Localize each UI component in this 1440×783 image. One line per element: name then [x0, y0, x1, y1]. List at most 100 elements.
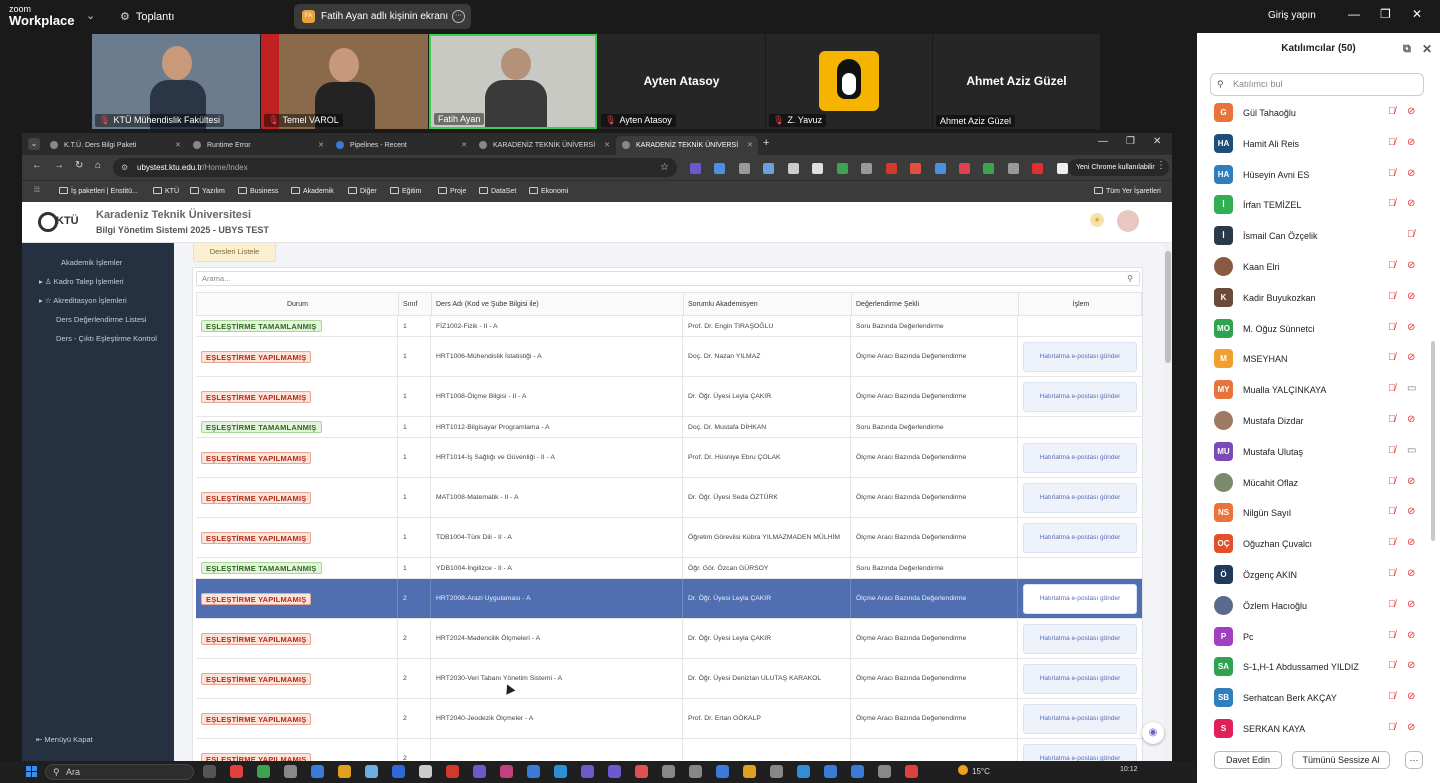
- mic-muted-icon[interactable]: 🎙̸: [1388, 537, 1396, 548]
- minimize-icon[interactable]: —: [1348, 7, 1360, 21]
- mic-muted-icon[interactable]: 🎙̸: [1388, 168, 1396, 179]
- extension-icon[interactable]: [1032, 163, 1044, 174]
- mic-muted-icon[interactable]: 🎙̸: [1388, 568, 1396, 579]
- mic-muted-icon[interactable]: 🎙̸: [1388, 198, 1396, 209]
- participant-item[interactable]: SA S-1,H-1 Abdussamed YILDIZ 🎙̸ ⊘: [1197, 653, 1440, 684]
- table-row[interactable]: EŞLEŞTİRME YAPILMAMIŞ 1 MAT1008-Matematik …: [196, 478, 1142, 518]
- send-reminder-button[interactable]: Hatırlatma e-postası gönder: [1023, 743, 1137, 761]
- tab-close-icon[interactable]: ✕: [461, 136, 467, 155]
- column-durum[interactable]: Durum: [197, 293, 399, 317]
- taskbar-app-icon[interactable]: [554, 765, 567, 778]
- column-ders-adi[interactable]: Ders Adı (Kod ve Şube Bilgisi ile): [432, 293, 684, 317]
- video-tile-active-speaker[interactable]: Fatih Ayan: [429, 34, 597, 129]
- participant-item[interactable]: HA Hamit Ali Reis 🎙̸ ⊘: [1197, 130, 1440, 161]
- back-icon[interactable]: ←: [32, 160, 42, 171]
- mic-muted-icon[interactable]: 🎙̸: [1388, 506, 1396, 517]
- new-tab-icon[interactable]: +: [763, 137, 769, 149]
- tab-ders-bilgi-paketi[interactable]: K.T.Ü. Ders Bilgi Paketi ✕: [44, 136, 186, 155]
- column-akademisyen[interactable]: Sorumlu Akademisyen: [684, 293, 852, 317]
- taskbar-app-icon[interactable]: [392, 765, 405, 778]
- table-row[interactable]: EŞLEŞTİRME YAPILMAMIŞ 2 HRT2030-Veri Taban…: [196, 659, 1142, 699]
- bookmark-item[interactable]: İş paketleri | Enstitü...: [59, 187, 138, 195]
- participant-item[interactable]: İ İsmail Can Özçelik 🎙̸: [1197, 222, 1440, 253]
- table-row[interactable]: EŞLEŞTİRME TAMAMLANMIŞ 1 YDB1004-İngilizce…: [196, 558, 1142, 579]
- extension-icon[interactable]: [983, 163, 995, 174]
- taskbar-app-icon[interactable]: [311, 765, 324, 778]
- system-tray[interactable]: 10:12: [1120, 766, 1138, 773]
- taskbar-app-icon[interactable]: [824, 765, 837, 778]
- chevron-down-icon[interactable]: ⌄: [86, 9, 95, 22]
- reload-icon[interactable]: ↻: [75, 160, 83, 171]
- taskbar-app-icon[interactable]: [662, 765, 675, 778]
- camera-off-icon[interactable]: ⊘: [1407, 260, 1415, 271]
- participant-item[interactable]: K Kadir Buyukozkan 🎙̸ ⊘: [1197, 284, 1440, 315]
- user-avatar[interactable]: [1117, 210, 1139, 232]
- participant-item[interactable]: Özlem Hacıoğlu 🎙̸ ⊘: [1197, 592, 1440, 623]
- weather-widget[interactable]: 15°C: [958, 765, 990, 776]
- browser-close-icon[interactable]: ✕: [1153, 136, 1161, 147]
- camera-off-icon[interactable]: ⊘: [1407, 198, 1415, 209]
- extension-icon[interactable]: [910, 163, 922, 174]
- restore-icon[interactable]: ❐: [1380, 7, 1391, 21]
- taskbar-app-icon[interactable]: [608, 765, 621, 778]
- extension-icon[interactable]: [763, 163, 775, 174]
- send-reminder-button[interactable]: Hatırlatma e-postası gönder: [1023, 522, 1137, 553]
- participant-item[interactable]: Mücahit Oflaz 🎙̸ ⊘: [1197, 469, 1440, 500]
- camera-off-icon[interactable]: ⊘: [1407, 291, 1415, 302]
- camera-off-icon[interactable]: ⊘: [1407, 722, 1415, 733]
- browser-restore-icon[interactable]: ❐: [1126, 136, 1135, 147]
- bookmark-item[interactable]: Business: [238, 187, 278, 195]
- login-button[interactable]: Giriş yapın: [1268, 10, 1316, 21]
- bookmark-item[interactable]: Ekonomi: [529, 187, 568, 195]
- taskbar-app-icon[interactable]: [797, 765, 810, 778]
- participant-item[interactable]: MO M. Oğuz Sünnetci 🎙̸ ⊘: [1197, 315, 1440, 346]
- list-courses-button[interactable]: Dersleri Listele: [193, 243, 276, 262]
- taskbar-app-icon[interactable]: [743, 765, 756, 778]
- column-sinif[interactable]: Sınıf: [399, 293, 432, 317]
- mute-all-button[interactable]: Tümünü Sessize Al: [1292, 751, 1390, 769]
- table-row[interactable]: EŞLEŞTİRME YAPILMAMIŞ 1 HRT1008-Ölçme Bilg…: [196, 377, 1142, 417]
- participant-item[interactable]: İ İrfan TEMİZEL 🎙̸ ⊘: [1197, 191, 1440, 222]
- participant-item[interactable]: HA Hüseyin Avni ES 🎙̸ ⊘: [1197, 161, 1440, 192]
- taskbar-app-icon[interactable]: [905, 765, 918, 778]
- taskbar-app-icon[interactable]: [203, 765, 216, 778]
- table-row[interactable]: EŞLEŞTİRME YAPILMAMIŞ 1 HRT1014-İş Sağlığı…: [196, 438, 1142, 478]
- taskbar-app-icon[interactable]: [257, 765, 270, 778]
- tab-close-icon[interactable]: ✕: [175, 136, 181, 155]
- mic-muted-icon[interactable]: 🎙̸: [1388, 445, 1396, 456]
- camera-off-icon[interactable]: ⊘: [1407, 322, 1415, 333]
- windows-start-icon[interactable]: [26, 766, 37, 777]
- mic-muted-icon[interactable]: 🎙̸: [1388, 414, 1396, 425]
- mic-muted-icon[interactable]: 🎙̸: [1388, 260, 1396, 271]
- bookmark-item[interactable]: DataSet: [479, 187, 516, 195]
- participant-item[interactable]: Mustafa Dizdar 🎙̸ ⊘: [1197, 407, 1440, 438]
- participant-item[interactable]: SB Serhatcan Berk AKÇAY 🎙̸ ⊘: [1197, 684, 1440, 715]
- all-bookmarks[interactable]: Tüm Yer İşaretleri: [1094, 187, 1161, 195]
- mic-muted-icon[interactable]: 🎙̸: [1388, 352, 1396, 363]
- taskbar-app-icon[interactable]: [527, 765, 540, 778]
- table-row[interactable]: EŞLEŞTİRME YAPILMAMIŞ 1 HRT1006-Mühendisli…: [196, 337, 1142, 377]
- taskbar-app-icon[interactable]: [581, 765, 594, 778]
- theme-toggle-icon[interactable]: ☀: [1090, 213, 1104, 227]
- screen-share-indicator[interactable]: FA Fatih Ayan adlı kişinin ekranı ···: [294, 4, 471, 29]
- camera-off-icon[interactable]: ⊘: [1407, 691, 1415, 702]
- mic-muted-icon[interactable]: 🎙̸: [1388, 137, 1396, 148]
- video-tile[interactable]: Ahmet Aziz Güzel Ahmet Aziz Güzel: [933, 34, 1100, 129]
- extension-icon[interactable]: [714, 163, 726, 174]
- taskbar-app-icon[interactable]: [689, 765, 702, 778]
- taskbar-app-icon[interactable]: [878, 765, 891, 778]
- taskbar-app-icon[interactable]: [338, 765, 351, 778]
- camera-off-icon[interactable]: ⊘: [1407, 168, 1415, 179]
- bookmark-item[interactable]: Eğitim: [390, 187, 421, 195]
- bookmark-item[interactable]: Yazılım: [190, 187, 225, 195]
- mic-muted-icon[interactable]: 🎙̸: [1388, 722, 1396, 733]
- site-info-icon[interactable]: ⚙: [121, 158, 128, 177]
- table-row[interactable]: EŞLEŞTİRME YAPILMAMIŞ 2 Hatırlatma e-posta…: [196, 739, 1142, 761]
- camera-icon[interactable]: ▭: [1407, 383, 1416, 394]
- extension-icon[interactable]: [885, 163, 897, 174]
- participant-item[interactable]: MU Mustafa Ulutaş 🎙̸ ▭: [1197, 438, 1440, 469]
- mic-muted-icon[interactable]: 🎙̸: [1388, 660, 1396, 671]
- table-row[interactable]: EŞLEŞTİRME YAPILMAMIŞ 1 TDB1004-Türk Dili …: [196, 518, 1142, 558]
- mic-muted-icon[interactable]: 🎙̸: [1388, 599, 1396, 610]
- taskbar-app-icon[interactable]: [500, 765, 513, 778]
